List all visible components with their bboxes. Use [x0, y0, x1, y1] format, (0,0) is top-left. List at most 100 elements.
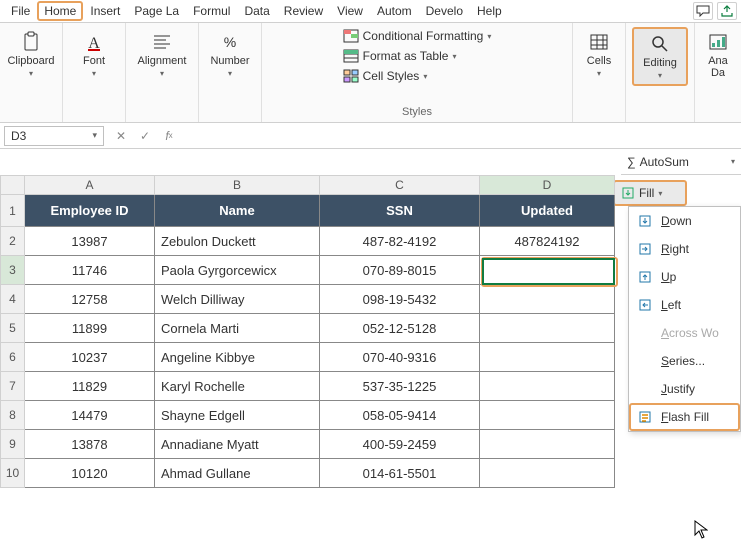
cell-b6[interactable]: Angeline Kibbye: [155, 343, 320, 372]
formula-bar[interactable]: [186, 126, 737, 146]
alignment-button[interactable]: Alignment ▾: [132, 27, 192, 82]
cell-c1[interactable]: SSN: [320, 195, 480, 227]
cell-c8[interactable]: 058-05-9414: [320, 401, 480, 430]
fill-up[interactable]: Up: [629, 263, 740, 291]
cell-a9[interactable]: 13878: [25, 430, 155, 459]
confirm-formula-icon[interactable]: ✓: [134, 126, 156, 146]
fill-series[interactable]: Series...: [629, 347, 740, 375]
cell-b5[interactable]: Cornela Marti: [155, 314, 320, 343]
analyze-button[interactable]: AnaDa: [701, 27, 735, 83]
cell-b4[interactable]: Welch Dilliway: [155, 285, 320, 314]
row-header-2[interactable]: 2: [0, 227, 25, 256]
cell-a10[interactable]: 10120: [25, 459, 155, 488]
col-header-c[interactable]: C: [320, 175, 480, 195]
cell-d7[interactable]: [480, 372, 615, 401]
row-header-6[interactable]: 6: [0, 343, 25, 372]
cell-c2[interactable]: 487-82-4192: [320, 227, 480, 256]
cell-c10[interactable]: 014-61-5501: [320, 459, 480, 488]
cell-b1[interactable]: Name: [155, 195, 320, 227]
cell-c7[interactable]: 537-35-1225: [320, 372, 480, 401]
cell-c6[interactable]: 070-40-9316: [320, 343, 480, 372]
font-button[interactable]: A Font ▾: [69, 27, 119, 82]
menu-data[interactable]: Data: [237, 1, 276, 21]
row-header-8[interactable]: 8: [0, 401, 25, 430]
cell-d4[interactable]: [480, 285, 615, 314]
fill-button[interactable]: Fill ▾: [613, 180, 687, 206]
menu-developer[interactable]: Develo: [419, 1, 470, 21]
row-header-5[interactable]: 5: [0, 314, 25, 343]
menu-file[interactable]: File: [4, 1, 37, 21]
cell-b10[interactable]: Ahmad Gullane: [155, 459, 320, 488]
menu-view[interactable]: View: [330, 1, 370, 21]
cell-b2[interactable]: Zebulon Duckett: [155, 227, 320, 256]
cell-c5[interactable]: 052-12-5128: [320, 314, 480, 343]
chevron-down-icon[interactable]: ▾: [731, 157, 735, 166]
autosum-label[interactable]: AutoSum: [640, 155, 689, 169]
menu-review[interactable]: Review: [277, 1, 330, 21]
select-all-corner[interactable]: [0, 175, 25, 195]
ribbon-group-alignment: Alignment ▾: [126, 23, 199, 122]
col-header-d[interactable]: D: [480, 175, 615, 195]
cell-d8[interactable]: [480, 401, 615, 430]
col-header-b[interactable]: B: [155, 175, 320, 195]
fill-down-icon: [621, 186, 635, 200]
fill-down[interactable]: Down: [629, 207, 740, 235]
name-box[interactable]: D3 ▾: [4, 126, 104, 146]
cell-a1[interactable]: Employee ID: [25, 195, 155, 227]
cell-c3[interactable]: 070-89-8015: [320, 256, 480, 285]
fx-icon[interactable]: fx: [158, 126, 180, 146]
row-header-1[interactable]: 1: [0, 195, 25, 227]
cell-b7[interactable]: Karyl Rochelle: [155, 372, 320, 401]
cell-a7[interactable]: 11829: [25, 372, 155, 401]
spreadsheet: A B C D 1 Employee ID Name SSN Updated 2…: [0, 175, 620, 488]
flash-fill[interactable]: Flash Fill: [629, 403, 740, 431]
row-header-7[interactable]: 7: [0, 372, 25, 401]
menu-page-layout[interactable]: Page La: [127, 1, 186, 21]
menu-help[interactable]: Help: [470, 1, 509, 21]
search-icon: [649, 33, 671, 55]
row-header-3[interactable]: 3: [0, 256, 25, 285]
number-button[interactable]: % Number ▾: [205, 27, 255, 82]
percent-icon: %: [219, 31, 241, 53]
cell-a5[interactable]: 11899: [25, 314, 155, 343]
fill-right[interactable]: Right: [629, 235, 740, 263]
cell-b3[interactable]: Paola Gyrgorcewicx: [155, 256, 320, 285]
row-header-10[interactable]: 10: [0, 459, 25, 488]
cells-button[interactable]: Cells ▾: [579, 27, 619, 82]
row-header-9[interactable]: 9: [0, 430, 25, 459]
cell-d1[interactable]: Updated: [480, 195, 615, 227]
conditional-formatting-button[interactable]: Conditional Formatting ▾: [339, 27, 496, 45]
fill-left[interactable]: Left: [629, 291, 740, 319]
fill-justify[interactable]: Justify: [629, 375, 740, 403]
cell-styles-button[interactable]: Cell Styles ▾: [339, 67, 496, 85]
cell-d10[interactable]: [480, 459, 615, 488]
menu-automate[interactable]: Autom: [370, 1, 419, 21]
cell-c4[interactable]: 098-19-5432: [320, 285, 480, 314]
alignment-label: Alignment: [138, 55, 187, 67]
format-as-table-button[interactable]: Format as Table ▾: [339, 47, 496, 65]
share-icon[interactable]: [717, 2, 737, 20]
cell-b8[interactable]: Shayne Edgell: [155, 401, 320, 430]
cell-a4[interactable]: 12758: [25, 285, 155, 314]
cancel-formula-icon[interactable]: ✕: [110, 126, 132, 146]
cell-a2[interactable]: 13987: [25, 227, 155, 256]
cell-d5[interactable]: [480, 314, 615, 343]
menu-home[interactable]: Home: [37, 1, 83, 21]
cell-c9[interactable]: 400-59-2459: [320, 430, 480, 459]
cell-d6[interactable]: [480, 343, 615, 372]
col-header-a[interactable]: A: [25, 175, 155, 195]
editing-button[interactable]: Editing ▾: [632, 27, 688, 86]
row-header-4[interactable]: 4: [0, 285, 25, 314]
cell-d9[interactable]: [480, 430, 615, 459]
fill-label: Fill: [639, 186, 654, 200]
menu-insert[interactable]: Insert: [83, 1, 127, 21]
cell-a6[interactable]: 10237: [25, 343, 155, 372]
comments-icon[interactable]: [693, 2, 713, 20]
cell-d3[interactable]: [480, 256, 615, 285]
menu-formulas[interactable]: Formul: [186, 1, 237, 21]
cell-b9[interactable]: Annadiane Myatt: [155, 430, 320, 459]
cell-d2[interactable]: 487824192: [480, 227, 615, 256]
cell-a8[interactable]: 14479: [25, 401, 155, 430]
clipboard-button[interactable]: Clipboard ▾: [6, 27, 56, 82]
cell-a3[interactable]: 11746: [25, 256, 155, 285]
